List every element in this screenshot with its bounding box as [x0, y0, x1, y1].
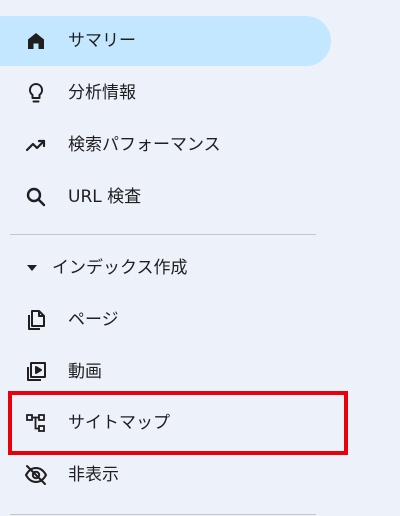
divider [10, 514, 316, 515]
pages-icon [24, 308, 48, 332]
sidebar-item-label: ページ [68, 310, 119, 330]
video-icon [24, 360, 48, 384]
sidebar-item-insights[interactable]: 分析情報 [0, 68, 331, 118]
sidebar-item-removals[interactable]: 非表示 [0, 450, 331, 500]
home-icon [24, 29, 48, 53]
search-icon [24, 185, 48, 209]
sidebar-item-pages[interactable]: ページ [0, 295, 331, 345]
sidebar-item-label: 分析情報 [68, 83, 136, 103]
trending-up-icon [24, 133, 48, 157]
section-header-label: インデックス作成 [52, 258, 188, 278]
sidebar-nav: サマリー 分析情報 検索パフォーマンス URL 検査 インデックス作成 ページ … [0, 0, 400, 516]
lightbulb-icon [24, 81, 48, 105]
sidebar-item-label: 検索パフォーマンス [68, 135, 221, 155]
sidebar-item-label: 非表示 [68, 465, 119, 485]
sidebar-item-performance[interactable]: 検索パフォーマンス [0, 120, 331, 170]
sidebar-item-label: URL 検査 [68, 187, 142, 207]
sidebar-item-summary[interactable]: サマリー [0, 16, 331, 66]
divider [10, 234, 316, 235]
sidebar-item-label: サマリー [68, 31, 136, 51]
sidebar-item-label: 動画 [68, 362, 102, 382]
sidebar-item-url-inspection[interactable]: URL 検査 [0, 172, 331, 222]
section-header-indexing[interactable]: インデックス作成 [0, 255, 331, 281]
visibility-off-icon [24, 463, 48, 487]
highlight-annotation-box [8, 391, 348, 455]
caret-down-icon [26, 263, 38, 273]
sidebar-item-videos[interactable]: 動画 [0, 347, 331, 397]
